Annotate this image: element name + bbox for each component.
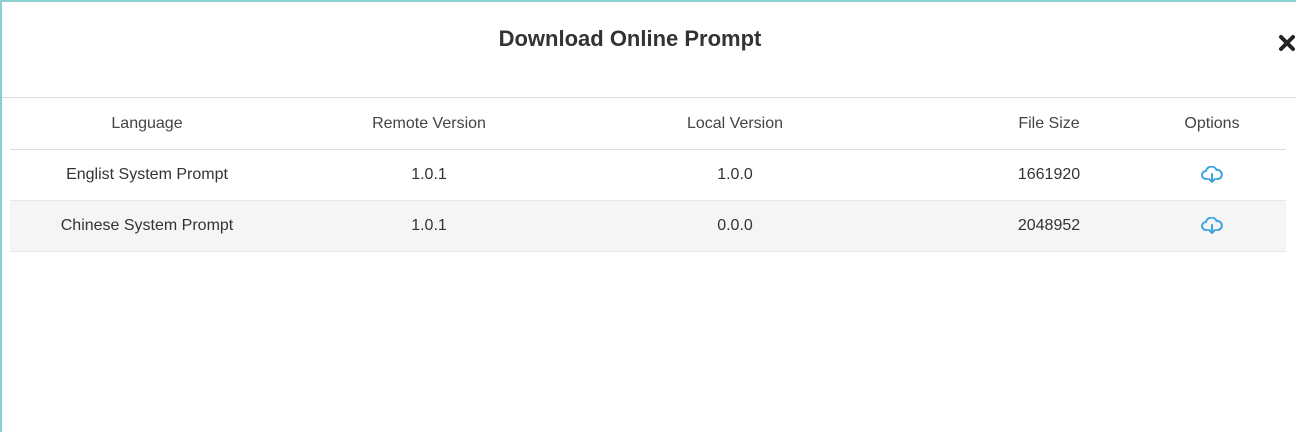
column-header-remote-version: Remote Version bbox=[372, 114, 486, 132]
options-cell bbox=[1152, 165, 1272, 184]
dialog-header: Download Online Prompt bbox=[2, 2, 1296, 98]
local-version-cell: 1.0.0 bbox=[717, 166, 753, 183]
language-cell: Englist System Prompt bbox=[66, 166, 228, 183]
cloud-download-icon[interactable] bbox=[1201, 216, 1223, 235]
cloud-download-icon[interactable] bbox=[1201, 165, 1223, 184]
table-row: Chinese System Prompt 1.0.1 0.0.0 204895… bbox=[10, 201, 1286, 252]
table-header-row: Language Remote Version Local Version Fi… bbox=[10, 98, 1286, 150]
prompt-table: Language Remote Version Local Version Fi… bbox=[10, 98, 1286, 252]
remote-version-cell: 1.0.1 bbox=[411, 166, 447, 183]
language-cell: Chinese System Prompt bbox=[60, 217, 234, 234]
table-row: Englist System Prompt 1.0.1 1.0.0 166192… bbox=[10, 150, 1286, 201]
remote-version-cell: 1.0.1 bbox=[411, 217, 447, 234]
column-header-options: Options bbox=[1184, 114, 1240, 132]
column-header-language: Language bbox=[111, 114, 183, 132]
column-header-local-version: Local Version bbox=[686, 114, 784, 132]
close-icon bbox=[1279, 35, 1295, 51]
download-prompt-dialog: Download Online Prompt Language Remote V… bbox=[0, 0, 1296, 432]
dialog-title: Download Online Prompt bbox=[498, 26, 762, 51]
options-cell bbox=[1152, 216, 1272, 235]
close-button[interactable] bbox=[1276, 32, 1296, 54]
local-version-cell: 0.0.0 bbox=[717, 217, 753, 234]
